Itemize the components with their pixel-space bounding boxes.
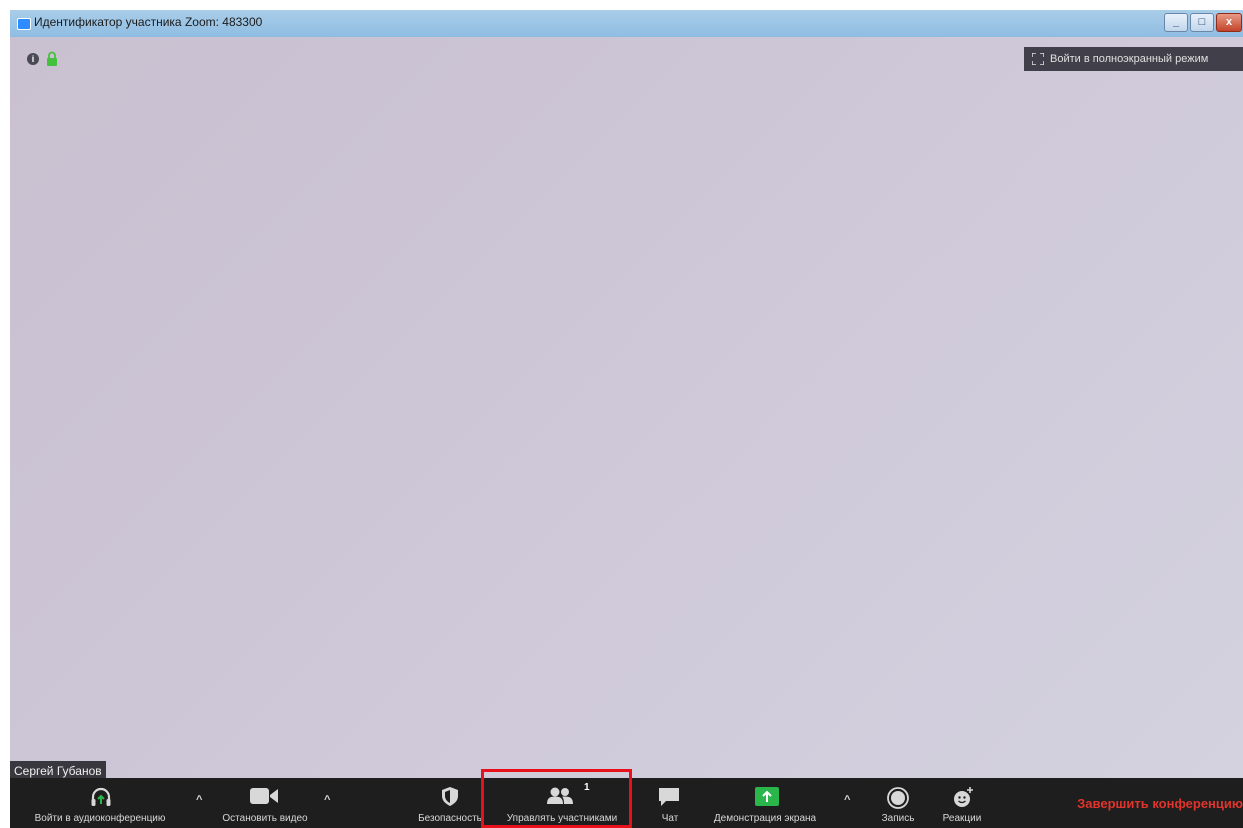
minimize-button[interactable]: _	[1164, 13, 1188, 32]
zoom-meeting-window: Идентификатор участника Zoom: 483300 _ □…	[10, 10, 1243, 828]
maximize-button[interactable]: □	[1190, 13, 1214, 32]
manage-participants-button[interactable]: 1 Управлять участниками	[487, 778, 637, 828]
chat-label: Чат	[661, 813, 679, 824]
record-label: Запись	[881, 813, 915, 824]
audio-options-caret[interactable]: ^	[196, 794, 202, 806]
title-bar: Идентификатор участника Zoom: 483300 _ □…	[10, 10, 1243, 37]
headphones-icon	[91, 787, 111, 806]
meeting-toolbar: Войти в аудиоконференцию ^ Остановить ви…	[10, 778, 1243, 828]
share-screen-icon	[755, 787, 779, 806]
chat-button[interactable]: Чат	[650, 778, 690, 828]
participants-count-badge: 1	[584, 782, 590, 793]
info-icon[interactable]: i	[27, 53, 39, 65]
manage-participants-label: Управлять участниками	[506, 813, 618, 824]
video-camera-icon	[250, 788, 278, 804]
video-area: i Войти в полноэкранный режим Сергей Губ…	[10, 37, 1243, 781]
fullscreen-label: Войти в полноэкранный режим	[1050, 53, 1209, 65]
join-audio-label: Войти в аудиоконференцию	[34, 813, 166, 824]
stop-video-button[interactable]: Остановить видео	[210, 778, 320, 828]
zoom-app-icon	[17, 18, 31, 30]
join-audio-button[interactable]: Войти в аудиоконференцию	[10, 778, 190, 828]
end-meeting-button[interactable]: Завершить конференцию	[1077, 796, 1243, 811]
shield-icon	[442, 787, 458, 806]
share-screen-label: Демонстрация экрана	[713, 813, 817, 824]
record-icon	[887, 787, 909, 809]
smiley-plus-icon	[954, 787, 973, 807]
security-button[interactable]: Безопасность	[408, 778, 492, 828]
reactions-label: Реакции	[942, 813, 982, 824]
lock-icon[interactable]	[46, 51, 58, 66]
reactions-button[interactable]: Реакции	[932, 778, 992, 828]
fullscreen-button[interactable]: Войти в полноэкранный режим	[1024, 47, 1243, 71]
share-screen-button[interactable]: Демонстрация экрана	[700, 778, 830, 828]
record-button[interactable]: Запись	[868, 778, 928, 828]
share-options-caret[interactable]: ^	[844, 794, 850, 806]
stop-video-label: Остановить видео	[222, 813, 308, 824]
participants-icon	[547, 787, 573, 804]
close-button[interactable]: x	[1216, 13, 1242, 32]
chat-icon	[659, 788, 679, 806]
expand-icon	[1032, 53, 1044, 65]
window-title: Идентификатор участника Zoom: 483300	[34, 15, 263, 29]
video-options-caret[interactable]: ^	[324, 794, 330, 806]
security-label: Безопасность	[418, 813, 482, 824]
